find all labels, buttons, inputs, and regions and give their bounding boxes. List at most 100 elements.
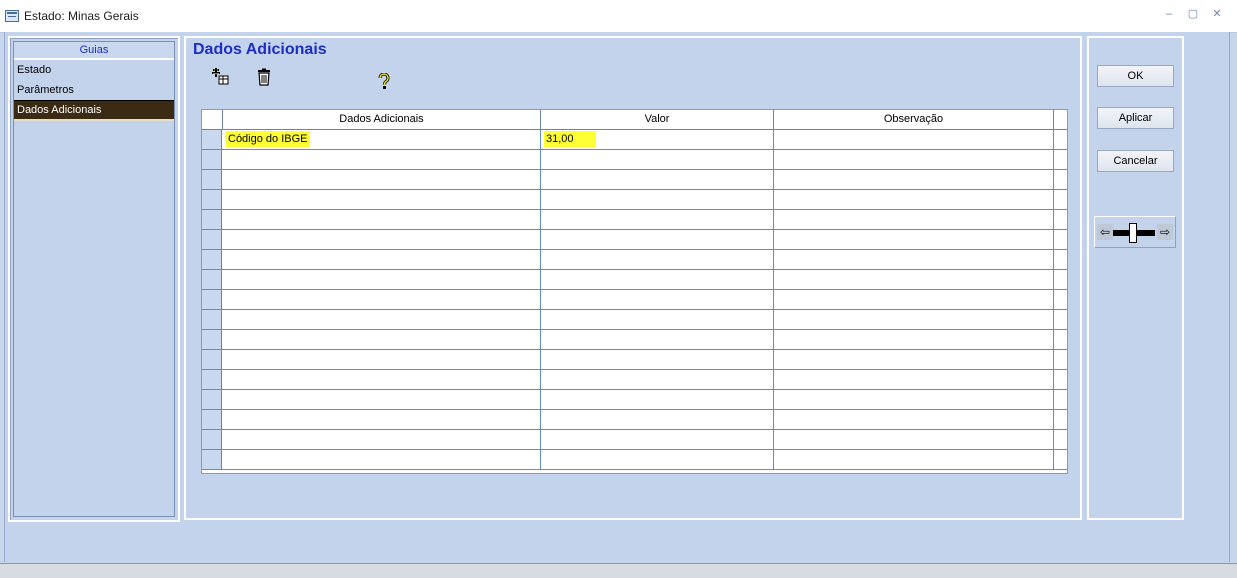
table-cell[interactable] — [774, 390, 1054, 409]
table-row[interactable] — [202, 410, 1067, 430]
close-button[interactable]: ✕ — [1211, 8, 1223, 20]
table-cell[interactable]: Código do IBGE — [223, 130, 541, 149]
column-header-dados-adicionais[interactable]: Dados Adicionais — [223, 110, 541, 129]
row-header[interactable] — [202, 270, 222, 289]
table-cell[interactable] — [774, 330, 1054, 349]
maximize-button[interactable]: ▢ — [1187, 8, 1199, 20]
table-row[interactable] — [202, 370, 1067, 390]
table-cell[interactable] — [223, 170, 541, 189]
column-header-observacao[interactable]: Observação — [774, 110, 1054, 129]
ok-button[interactable]: OK — [1097, 65, 1174, 87]
table-cell[interactable] — [774, 270, 1054, 289]
table-cell[interactable] — [541, 290, 774, 309]
table-row[interactable] — [202, 450, 1067, 470]
table-cell[interactable] — [223, 390, 541, 409]
row-header[interactable] — [202, 170, 222, 189]
table-cell[interactable] — [541, 350, 774, 369]
table-row[interactable] — [202, 390, 1067, 410]
table-row[interactable] — [202, 270, 1067, 290]
table-cell[interactable] — [223, 310, 541, 329]
table-cell[interactable] — [223, 230, 541, 249]
row-header[interactable] — [202, 290, 222, 309]
table-cell[interactable] — [774, 250, 1054, 269]
table-cell[interactable] — [774, 350, 1054, 369]
column-header-valor[interactable]: Valor — [541, 110, 774, 129]
table-cell[interactable] — [541, 190, 774, 209]
add-row-icon[interactable] — [211, 67, 229, 86]
table-cell[interactable] — [223, 430, 541, 449]
table-cell[interactable] — [223, 190, 541, 209]
table-cell[interactable] — [223, 410, 541, 429]
table-cell[interactable] — [774, 430, 1054, 449]
table-cell[interactable] — [541, 270, 774, 289]
table-cell[interactable] — [774, 290, 1054, 309]
table-cell[interactable] — [223, 450, 541, 469]
table-cell[interactable] — [774, 210, 1054, 229]
table-row[interactable] — [202, 430, 1067, 450]
table-cell[interactable] — [541, 450, 774, 469]
data-grid[interactable]: Dados Adicionais Valor Observação Código… — [201, 109, 1068, 474]
table-row[interactable] — [202, 290, 1067, 310]
row-header[interactable] — [202, 430, 222, 449]
table-cell[interactable] — [774, 310, 1054, 329]
row-header[interactable] — [202, 310, 222, 329]
arrow-right-icon[interactable]: ⇨ — [1157, 224, 1173, 240]
table-cell[interactable] — [774, 450, 1054, 469]
table-cell[interactable] — [541, 250, 774, 269]
table-cell[interactable] — [223, 330, 541, 349]
table-row[interactable] — [202, 250, 1067, 270]
row-header[interactable] — [202, 390, 222, 409]
row-header[interactable] — [202, 150, 222, 169]
table-row[interactable] — [202, 350, 1067, 370]
table-cell[interactable] — [774, 170, 1054, 189]
help-icon[interactable] — [377, 72, 395, 91]
table-cell[interactable] — [541, 150, 774, 169]
slider-thumb[interactable] — [1129, 223, 1137, 243]
table-row[interactable] — [202, 310, 1067, 330]
row-header[interactable] — [202, 230, 222, 249]
table-cell[interactable] — [774, 150, 1054, 169]
table-cell[interactable] — [774, 190, 1054, 209]
table-cell[interactable] — [774, 230, 1054, 249]
table-cell[interactable]: 31,00 — [541, 130, 774, 149]
apply-button[interactable]: Aplicar — [1097, 107, 1174, 129]
table-cell[interactable] — [223, 370, 541, 389]
row-header[interactable] — [202, 190, 222, 209]
table-row[interactable] — [202, 150, 1067, 170]
table-row[interactable] — [202, 190, 1067, 210]
table-cell[interactable] — [541, 170, 774, 189]
row-header[interactable] — [202, 350, 222, 369]
table-cell[interactable] — [223, 290, 541, 309]
trash-icon[interactable] — [255, 68, 273, 86]
table-cell[interactable] — [541, 370, 774, 389]
table-cell[interactable] — [223, 270, 541, 289]
row-header[interactable] — [202, 370, 222, 389]
navigation-slider[interactable]: ⇦ ⇨ — [1094, 216, 1176, 248]
table-cell[interactable] — [223, 250, 541, 269]
table-cell[interactable] — [774, 130, 1054, 149]
table-row[interactable] — [202, 210, 1067, 230]
table-row[interactable] — [202, 230, 1067, 250]
arrow-left-icon[interactable]: ⇦ — [1097, 224, 1113, 240]
table-cell[interactable] — [223, 150, 541, 169]
table-cell[interactable] — [223, 350, 541, 369]
table-cell[interactable] — [541, 230, 774, 249]
row-header[interactable] — [202, 210, 222, 229]
sidebar-item-parametros[interactable]: Parâmetros — [14, 80, 174, 100]
cancel-button[interactable]: Cancelar — [1097, 150, 1174, 172]
row-header[interactable] — [202, 410, 222, 429]
table-row[interactable] — [202, 330, 1067, 350]
table-cell[interactable] — [223, 210, 541, 229]
table-row[interactable]: Código do IBGE 31,00 — [202, 130, 1067, 150]
table-cell[interactable] — [541, 330, 774, 349]
sidebar-item-dados-adicionais[interactable]: Dados Adicionais — [14, 100, 174, 121]
row-header[interactable] — [202, 330, 222, 349]
row-header[interactable] — [202, 450, 222, 469]
table-cell[interactable] — [541, 410, 774, 429]
table-cell[interactable] — [541, 310, 774, 329]
minimize-button[interactable]: – — [1163, 8, 1175, 20]
table-cell[interactable] — [541, 430, 774, 449]
table-cell[interactable] — [774, 410, 1054, 429]
table-row[interactable] — [202, 170, 1067, 190]
table-cell[interactable] — [774, 370, 1054, 389]
